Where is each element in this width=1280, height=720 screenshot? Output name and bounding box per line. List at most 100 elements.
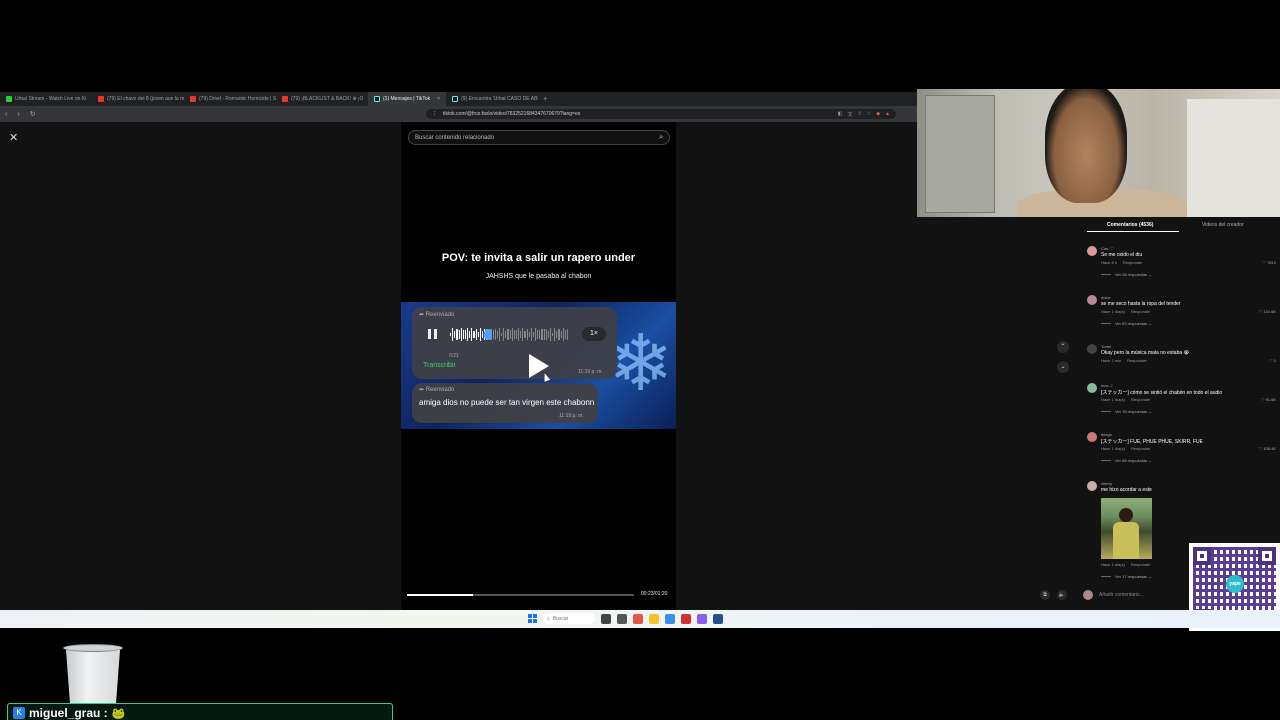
- widgets-icon[interactable]: [617, 613, 627, 624]
- file-explorer-icon[interactable]: [649, 613, 659, 624]
- message-text: amiga dios no puede ser tan virgen este …: [419, 398, 595, 407]
- comment-time: Hace 2 min: [1101, 358, 1122, 363]
- avatar[interactable]: [1087, 432, 1097, 442]
- browser-tab[interactable]: Urbal Stream - Watch Live on Ki: [0, 92, 92, 106]
- browser-tab[interactable]: (79) ¡BLACKLIST & BACK! ⊕ ¡O: [276, 92, 368, 106]
- reply-link[interactable]: Responder: [1131, 397, 1151, 402]
- avatar[interactable]: [1087, 295, 1097, 305]
- like-count[interactable]: ♡ 7610: [1262, 260, 1276, 265]
- like-count[interactable]: ♡ 134.6K: [1259, 309, 1276, 314]
- edge-icon[interactable]: [665, 613, 675, 624]
- app-icon[interactable]: [681, 613, 691, 624]
- waveform-bar: [530, 327, 532, 342]
- browser-tab[interactable]: (79) Drivd - Romantic Homicide | Sil: [184, 92, 276, 106]
- comment-meta: Hace 1 día(s) Responder: [1101, 309, 1151, 314]
- view-replies-link[interactable]: Ver 28 respuestas ⌄: [1115, 272, 1152, 277]
- chat-name-badge: K miguel_grau : 🐸: [7, 703, 393, 720]
- close-tab-icon[interactable]: ×: [437, 96, 440, 102]
- audio-waveform[interactable]: [450, 327, 568, 342]
- waveform-bar: [452, 328, 454, 341]
- taskbar-search[interactable]: ⌕ Buscar: [543, 613, 595, 624]
- volume-icon[interactable]: 🔈: [1057, 590, 1067, 600]
- reply-link[interactable]: Responder: [1123, 260, 1143, 265]
- browser-tab[interactable]: (3) Mensajes | TikTok ×: [368, 92, 447, 106]
- like-count[interactable]: ♡ 108.4K: [1259, 446, 1276, 451]
- tab-creator-videos[interactable]: Videos del creador: [1202, 222, 1244, 228]
- waveform-bar: [471, 328, 473, 341]
- waveform-bar: [539, 329, 541, 340]
- comment-username[interactable]: dulce: [1101, 295, 1111, 300]
- frog-emote-icon: 🐸: [111, 707, 126, 720]
- waveform-bar: [477, 332, 479, 337]
- tab-comments[interactable]: Comentarios (4536): [1107, 222, 1153, 228]
- view-replies-link[interactable]: Ver 17 respuestas ⌄: [1115, 574, 1152, 579]
- view-replies-link[interactable]: Ver 68 respuestas ⌄: [1115, 458, 1152, 463]
- comment-image-thumbnail[interactable]: [1101, 498, 1152, 559]
- steam-icon[interactable]: [713, 613, 723, 624]
- waveform-bar: [475, 328, 477, 341]
- avatar[interactable]: [1087, 481, 1097, 491]
- forwarded-label: ➦ Reenviado: [419, 312, 455, 318]
- forward-icon[interactable]: ›: [12, 111, 24, 118]
- reply-link[interactable]: Responder: [1131, 562, 1151, 567]
- rewards-icon[interactable]: ▲: [885, 111, 890, 118]
- pause-icon[interactable]: [428, 329, 438, 339]
- browser-tab[interactable]: (79) El chavo del 8 (joven aun la m: [92, 92, 184, 106]
- reply-link[interactable]: Responder: [1127, 358, 1147, 363]
- reload-icon[interactable]: ↻: [25, 110, 41, 118]
- brave-icon[interactable]: [633, 613, 643, 624]
- extension-icons: ◧ 文 ⇪ ☆ ◆ ▲: [838, 111, 896, 118]
- view-replies-link[interactable]: Ver 15 respuestas ⌄: [1115, 409, 1152, 414]
- extension-icon[interactable]: ◧: [838, 111, 843, 118]
- share-icon[interactable]: ⇪: [858, 111, 862, 118]
- avatar[interactable]: [1087, 344, 1097, 354]
- waveform-bar: [552, 332, 554, 337]
- close-icon[interactable]: ✕: [9, 131, 18, 144]
- search-icon[interactable]: ⌕: [659, 134, 663, 142]
- url-field[interactable]: ⋮ tiktok.com/@froz.faxlo/video/763252168…: [426, 109, 896, 119]
- webcam-pillow: [1187, 99, 1280, 217]
- previous-video-button[interactable]: ⌃: [1057, 341, 1069, 353]
- waveform-bar: [507, 328, 509, 341]
- comment-username[interactable]: Cas..♡: [1101, 246, 1114, 251]
- waveform-bar: [524, 331, 526, 338]
- waveform-bar: [566, 329, 568, 340]
- transcribe-link[interactable]: Transcribir: [423, 362, 456, 369]
- comment-username[interactable]: Yortel: [1101, 344, 1111, 349]
- site-info-icon[interactable]: ⋮: [432, 111, 437, 117]
- waveform-bar: [498, 327, 500, 342]
- task-view-icon[interactable]: [601, 613, 611, 624]
- new-tab-button[interactable]: +: [538, 96, 552, 103]
- avatar[interactable]: [1087, 383, 1097, 393]
- reply-link[interactable]: Responder: [1131, 446, 1151, 451]
- brave-shield-icon[interactable]: ◆: [876, 111, 880, 118]
- avatar[interactable]: [1087, 246, 1097, 256]
- windows-start-icon[interactable]: [528, 614, 537, 623]
- waveform-bar: [543, 329, 545, 340]
- waveform-bar: [549, 327, 551, 342]
- star-icon[interactable]: ☆: [867, 111, 871, 118]
- like-count[interactable]: ♡ 1: [1269, 358, 1276, 363]
- like-count[interactable]: ♡ 91.6K: [1261, 397, 1276, 402]
- captions-icon[interactable]: ⧉: [1040, 590, 1050, 600]
- waveform-bar: [479, 327, 481, 342]
- playback-speed-button[interactable]: 1×: [582, 327, 606, 341]
- tab-label: Urbal Stream - Watch Live on Ki: [15, 96, 87, 102]
- waveform-scrubber[interactable]: [484, 329, 492, 340]
- reply-link[interactable]: Responder: [1131, 309, 1151, 314]
- related-search-input[interactable]: Buscar contenido relacionado ⌕: [408, 130, 670, 145]
- view-replies-link[interactable]: Ver 83 respuestas ⌄: [1115, 321, 1152, 326]
- translate-icon[interactable]: 文: [847, 111, 852, 118]
- video-caption-title: POV: te invita a salir un rapero under: [441, 252, 636, 264]
- browser-tab[interactable]: (9) Encuentra 'Urbal CASO DE ABER: [446, 92, 538, 106]
- waveform-bar: [513, 329, 515, 340]
- comment-username[interactable]: thiago: [1101, 432, 1112, 437]
- comment-username[interactable]: cherry: [1101, 481, 1112, 486]
- next-video-button[interactable]: ⌄: [1057, 361, 1069, 373]
- app-icon-2[interactable]: [697, 613, 707, 624]
- back-icon[interactable]: ‹: [0, 111, 12, 118]
- comment-username[interactable]: luca..J: [1101, 383, 1113, 388]
- waveform-bar: [558, 328, 560, 341]
- waveform-bar: [547, 331, 549, 338]
- add-comment-field[interactable]: Añadir comentario...: [1083, 587, 1193, 602]
